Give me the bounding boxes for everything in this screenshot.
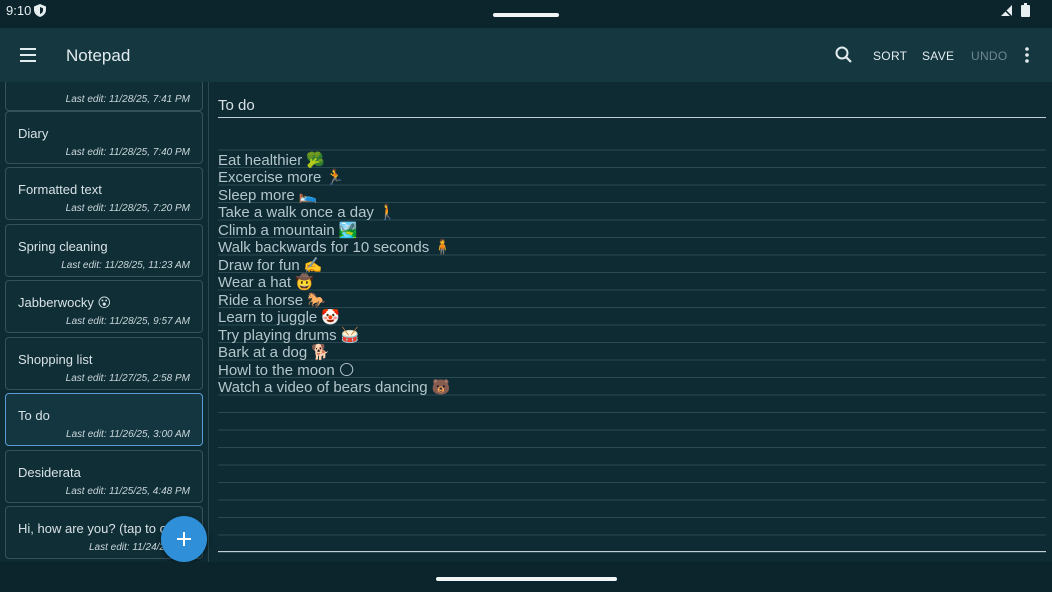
note-title-field[interactable]: To do [218,97,255,114]
more-vert-icon[interactable] [1018,45,1036,65]
note-card[interactable]: Spring cleaning Last edit: 11/28/25, 11:… [5,224,203,277]
navigation-bar [0,562,1052,592]
note-date: Last edit: 11/27/25, 2:58 PM [65,373,190,384]
note-card[interactable]: Desiderata Last edit: 11/25/25, 4:48 PM [5,450,203,503]
save-button[interactable]: SAVE [922,49,954,63]
note-title: Desiderata [18,465,81,480]
shield-icon [34,4,46,22]
note-date: Last edit: 11/28/25, 11:23 AM [61,260,190,271]
note-line: Bark at a dog 🐕 [218,344,331,361]
note-date: Last edit: 11/28/25, 7:41 PM [65,94,190,105]
undo-button[interactable]: UNDO [971,49,1008,63]
battery-icon [1021,3,1030,22]
note-title: Diary [18,126,49,141]
note-title: To do [18,408,50,423]
note-line: Wear a hat 🤠 [218,274,314,291]
note-card-selected[interactable]: To do Last edit: 11/26/25, 3:00 AM [5,393,203,446]
app-bar: Notepad SORT SAVE UNDO [0,28,1052,82]
note-card[interactable]: Diary Last edit: 11/28/25, 7:40 PM [5,111,203,164]
note-title: Spring cleaning [18,239,108,254]
status-bar: 9:10 [0,0,1052,28]
note-date: Last edit: 11/26/25, 3:00 AM [66,429,190,440]
note-line: Ride a horse 🐎 [218,291,326,309]
app-title: Notepad [66,46,131,65]
status-pill [493,13,559,17]
note-line [218,134,1046,152]
signal-icon [1000,4,1014,22]
note-line: Howl to the moon 🌕 [218,361,355,379]
add-note-button[interactable] [161,516,207,562]
note-line: Take a walk once a day 🚶 [218,204,397,221]
sort-button[interactable]: SORT [873,49,907,63]
note-card[interactable]: Formatted text Last edit: 11/28/25, 7:20… [5,167,203,220]
panel-divider [208,82,209,562]
note-date: Last edit: 11/28/25, 7:20 PM [65,203,190,214]
note-line: Climb a mountain 🏞️ [218,221,358,239]
note-line: Learn to juggle 🤡 [218,309,341,326]
note-card[interactable]: Last edit: 11/28/25, 7:41 PM [5,82,203,111]
note-line: Excercise more 🏃 [218,169,345,186]
menu-icon[interactable] [18,44,40,66]
note-card[interactable]: Jabberwocky 😮 Last edit: 11/28/25, 9:57 … [5,280,203,333]
note-date: Last edit: 11/28/25, 9:57 AM [66,316,190,327]
note-editor[interactable]: To do Eat healthier 🥦 Excercise more 🏃 S… [213,82,1052,562]
note-date: Last edit: 11/25/25, 4:48 PM [65,486,190,497]
gesture-handle[interactable] [436,577,617,581]
title-underline [218,117,1046,118]
note-line: Draw for fun ✍️ [218,256,323,274]
note-date: Last edit: 11/28/25, 7:40 PM [65,147,190,158]
note-line: Eat healthier 🥦 [218,151,326,169]
search-icon[interactable] [834,45,854,65]
note-body-field[interactable]: Eat healthier 🥦 Excercise more 🏃 Sleep m… [218,134,1046,397]
note-title: Jabberwocky 😮 [18,295,112,310]
note-line: Watch a video of bears dancing 🐻 [218,379,451,396]
note-line: Try playing drums 🥁 [218,326,360,344]
note-title: Shopping list [18,352,93,367]
bottom-rule [218,551,1046,552]
note-title: Formatted text [18,182,102,197]
note-list[interactable]: Last edit: 11/28/25, 7:41 PM Diary Last … [0,82,210,562]
note-line: Walk backwards for 10 seconds 🧍 [218,239,453,256]
add-icon [177,532,191,546]
status-time: 9:10 [6,3,32,18]
note-title: Hi, how are you? (tap to o [18,521,167,536]
note-line: Sleep more 🛌 [218,186,318,204]
note-card[interactable]: Shopping list Last edit: 11/27/25, 2:58 … [5,337,203,390]
